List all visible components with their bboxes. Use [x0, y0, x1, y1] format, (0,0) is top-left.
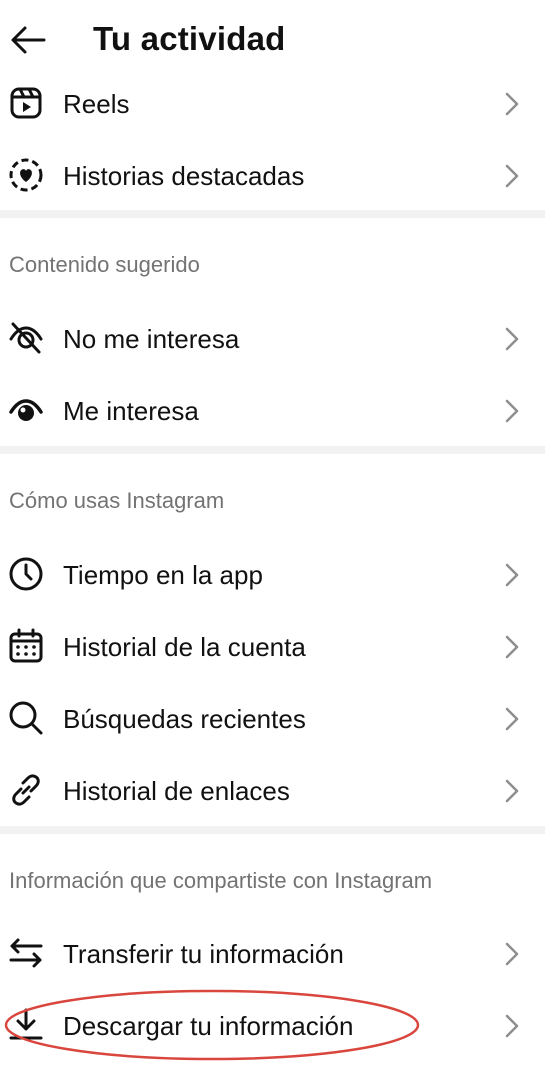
- menu-item-label: Transferir tu información: [63, 939, 344, 969]
- arrow-left-icon: [11, 26, 46, 54]
- chevron-right-icon: [500, 1012, 524, 1040]
- menu-item-label: Reels: [63, 89, 130, 119]
- chevron-right-icon: [500, 561, 524, 589]
- chevron-right-icon: [500, 777, 524, 805]
- chevron-right-icon: [500, 705, 524, 733]
- chevron-right-icon: [500, 162, 524, 190]
- menu-item-tiempo-en-la-app[interactable]: Tiempo en la app: [0, 539, 545, 611]
- menu-item-label: Tiempo en la app: [63, 560, 263, 590]
- section-divider: [0, 446, 545, 454]
- menu-item-busquedas-recientes[interactable]: Búsquedas recientes: [0, 683, 545, 755]
- menu-item-historias-destacadas[interactable]: Historias destacadas: [0, 140, 545, 212]
- chevron-right-icon: [500, 90, 524, 118]
- menu-item-label: Historial de enlaces: [63, 776, 290, 806]
- search-icon: [7, 699, 45, 737]
- download-icon: [7, 1006, 45, 1044]
- menu-item-label: No me interesa: [63, 324, 240, 354]
- section-title: Contenido sugerido: [9, 252, 200, 277]
- menu-item-transferir-tu-informacion[interactable]: Transferir tu información: [0, 918, 545, 990]
- section-title: Cómo usas Instagram: [9, 488, 225, 513]
- menu-item-no-me-interesa[interactable]: No me interesa: [0, 303, 545, 375]
- calendar-icon: [7, 627, 45, 665]
- clock-icon: [7, 555, 45, 593]
- link-icon: [7, 771, 45, 809]
- menu-item-historial-de-enlaces[interactable]: Historial de enlaces: [0, 755, 545, 827]
- menu-item-label: Búsquedas recientes: [63, 704, 306, 734]
- section-divider: [0, 210, 545, 218]
- eye-off-icon: [7, 319, 45, 357]
- menu-item-historial-de-la-cuenta[interactable]: Historial de la cuenta: [0, 611, 545, 683]
- menu-item-me-interesa[interactable]: Me interesa: [0, 375, 545, 447]
- chevron-right-icon: [500, 325, 524, 353]
- chevron-right-icon: [500, 940, 524, 968]
- section-divider: [0, 826, 545, 834]
- eye-icon: [7, 391, 45, 429]
- transfer-arrows-icon: [7, 934, 45, 972]
- chevron-right-icon: [500, 633, 524, 661]
- reels-icon: [7, 84, 45, 122]
- menu-item-reels[interactable]: Reels: [0, 68, 545, 140]
- highlights-icon: [7, 156, 45, 194]
- menu-item-label: Historial de la cuenta: [63, 632, 306, 662]
- page-title: Tu actividad: [93, 20, 286, 57]
- menu-item-descargar-tu-informacion[interactable]: Descargar tu información: [0, 990, 545, 1062]
- section-title: Información que compartiste con Instagra…: [9, 868, 433, 893]
- menu-item-label: Historias destacadas: [63, 161, 305, 191]
- menu-item-label: Me interesa: [63, 396, 199, 426]
- menu-item-label: Descargar tu información: [63, 1011, 354, 1041]
- chevron-right-icon: [500, 397, 524, 425]
- back-button[interactable]: [6, 18, 50, 62]
- header-bar: Tu actividad: [0, 0, 545, 78]
